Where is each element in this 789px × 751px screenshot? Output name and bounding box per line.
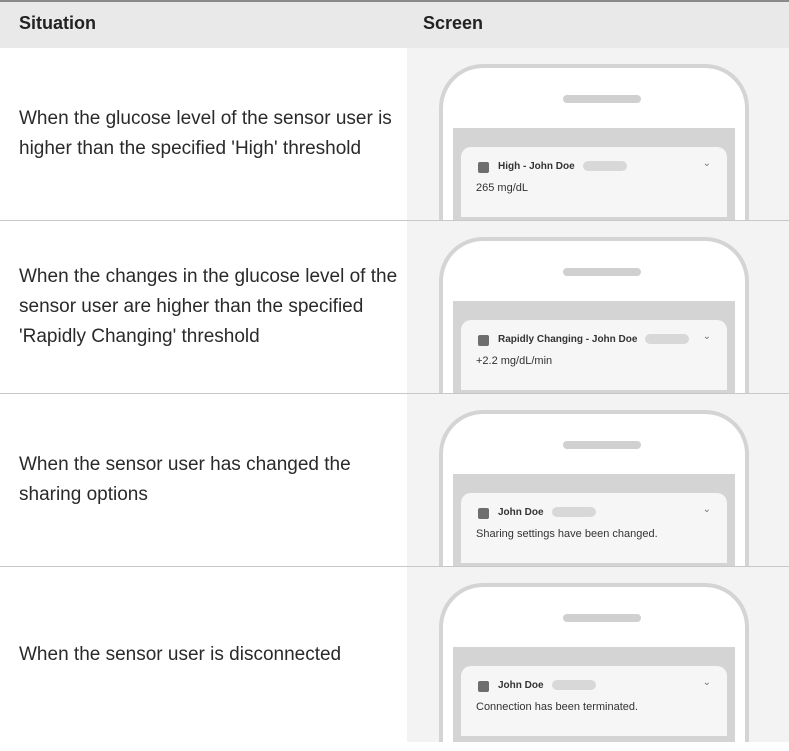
notification-card[interactable]: John Doe ⌄ Sharing settings have been ch… bbox=[461, 493, 727, 563]
notification-card[interactable]: John Doe ⌄ Connection has been terminate… bbox=[461, 666, 727, 736]
screen-cell: John Doe ⌄ Sharing settings have been ch… bbox=[407, 394, 789, 566]
screen-cell: Rapidly Changing - John Doe ⌄ +2.2 mg/dL… bbox=[407, 221, 789, 393]
phone-screen: John Doe ⌄ Sharing settings have been ch… bbox=[453, 474, 735, 566]
phone-speaker bbox=[563, 441, 641, 449]
notification-body: 265 mg/dL bbox=[476, 182, 528, 194]
phone-mockup: Rapidly Changing - John Doe ⌄ +2.2 mg/dL… bbox=[439, 237, 749, 393]
notification-body: +2.2 mg/dL/min bbox=[476, 355, 553, 367]
notification-body: Connection has been terminated. bbox=[476, 701, 639, 713]
chevron-down-icon[interactable]: ⌄ bbox=[703, 331, 711, 342]
app-icon bbox=[478, 681, 489, 692]
table-header: Situation Screen bbox=[0, 0, 789, 48]
notification-title: High - John Doe bbox=[498, 161, 575, 172]
notification-card[interactable]: Rapidly Changing - John Doe ⌄ +2.2 mg/dL… bbox=[461, 320, 727, 390]
notification-body: Sharing settings have been changed. bbox=[476, 528, 658, 540]
notification-table: Situation Screen When the glucose level … bbox=[0, 0, 789, 742]
chevron-down-icon[interactable]: ⌄ bbox=[703, 677, 711, 688]
column-header-screen: Screen bbox=[423, 13, 484, 33]
phone-screen: Rapidly Changing - John Doe ⌄ +2.2 mg/dL… bbox=[453, 301, 735, 393]
phone-mockup: John Doe ⌄ Sharing settings have been ch… bbox=[439, 410, 749, 566]
redacted-pill bbox=[645, 334, 690, 345]
table-row: When the changes in the glucose level of… bbox=[0, 221, 789, 394]
notification-title: John Doe bbox=[498, 507, 544, 518]
phone-mockup: John Doe ⌄ Connection has been terminate… bbox=[439, 583, 749, 742]
notification-card[interactable]: High - John Doe ⌄ 265 mg/dL bbox=[461, 147, 727, 217]
notification-title: John Doe bbox=[498, 680, 544, 691]
situation-text: When the sensor user is disconnected bbox=[19, 643, 342, 665]
phone-mockup: High - John Doe ⌄ 265 mg/dL bbox=[439, 64, 749, 220]
app-icon bbox=[478, 162, 489, 173]
screen-cell: John Doe ⌄ Connection has been terminate… bbox=[407, 567, 789, 742]
phone-speaker bbox=[563, 268, 641, 276]
chevron-down-icon[interactable]: ⌄ bbox=[703, 504, 711, 515]
situation-text: When the sensor user has changed the sha… bbox=[19, 454, 351, 505]
chevron-down-icon[interactable]: ⌄ bbox=[703, 158, 711, 169]
phone-screen: John Doe ⌄ Connection has been terminate… bbox=[453, 647, 735, 742]
situation-text: When the glucose level of the sensor use… bbox=[19, 108, 392, 159]
screen-cell: High - John Doe ⌄ 265 mg/dL bbox=[407, 48, 789, 220]
notification-title: Rapidly Changing - John Doe bbox=[498, 334, 638, 345]
app-icon bbox=[478, 508, 489, 519]
column-header-situation: Situation bbox=[19, 13, 96, 33]
app-icon bbox=[478, 335, 489, 346]
redacted-pill bbox=[582, 161, 627, 172]
situation-text: When the changes in the glucose level of… bbox=[19, 266, 398, 347]
phone-screen: High - John Doe ⌄ 265 mg/dL bbox=[453, 128, 735, 220]
table-row: When the glucose level of the sensor use… bbox=[0, 48, 789, 221]
redacted-pill bbox=[551, 680, 596, 691]
table-row: When the sensor user is disconnected Joh… bbox=[0, 567, 789, 742]
phone-speaker bbox=[563, 614, 641, 622]
phone-speaker bbox=[563, 95, 641, 103]
redacted-pill bbox=[551, 507, 596, 518]
table-row: When the sensor user has changed the sha… bbox=[0, 394, 789, 567]
